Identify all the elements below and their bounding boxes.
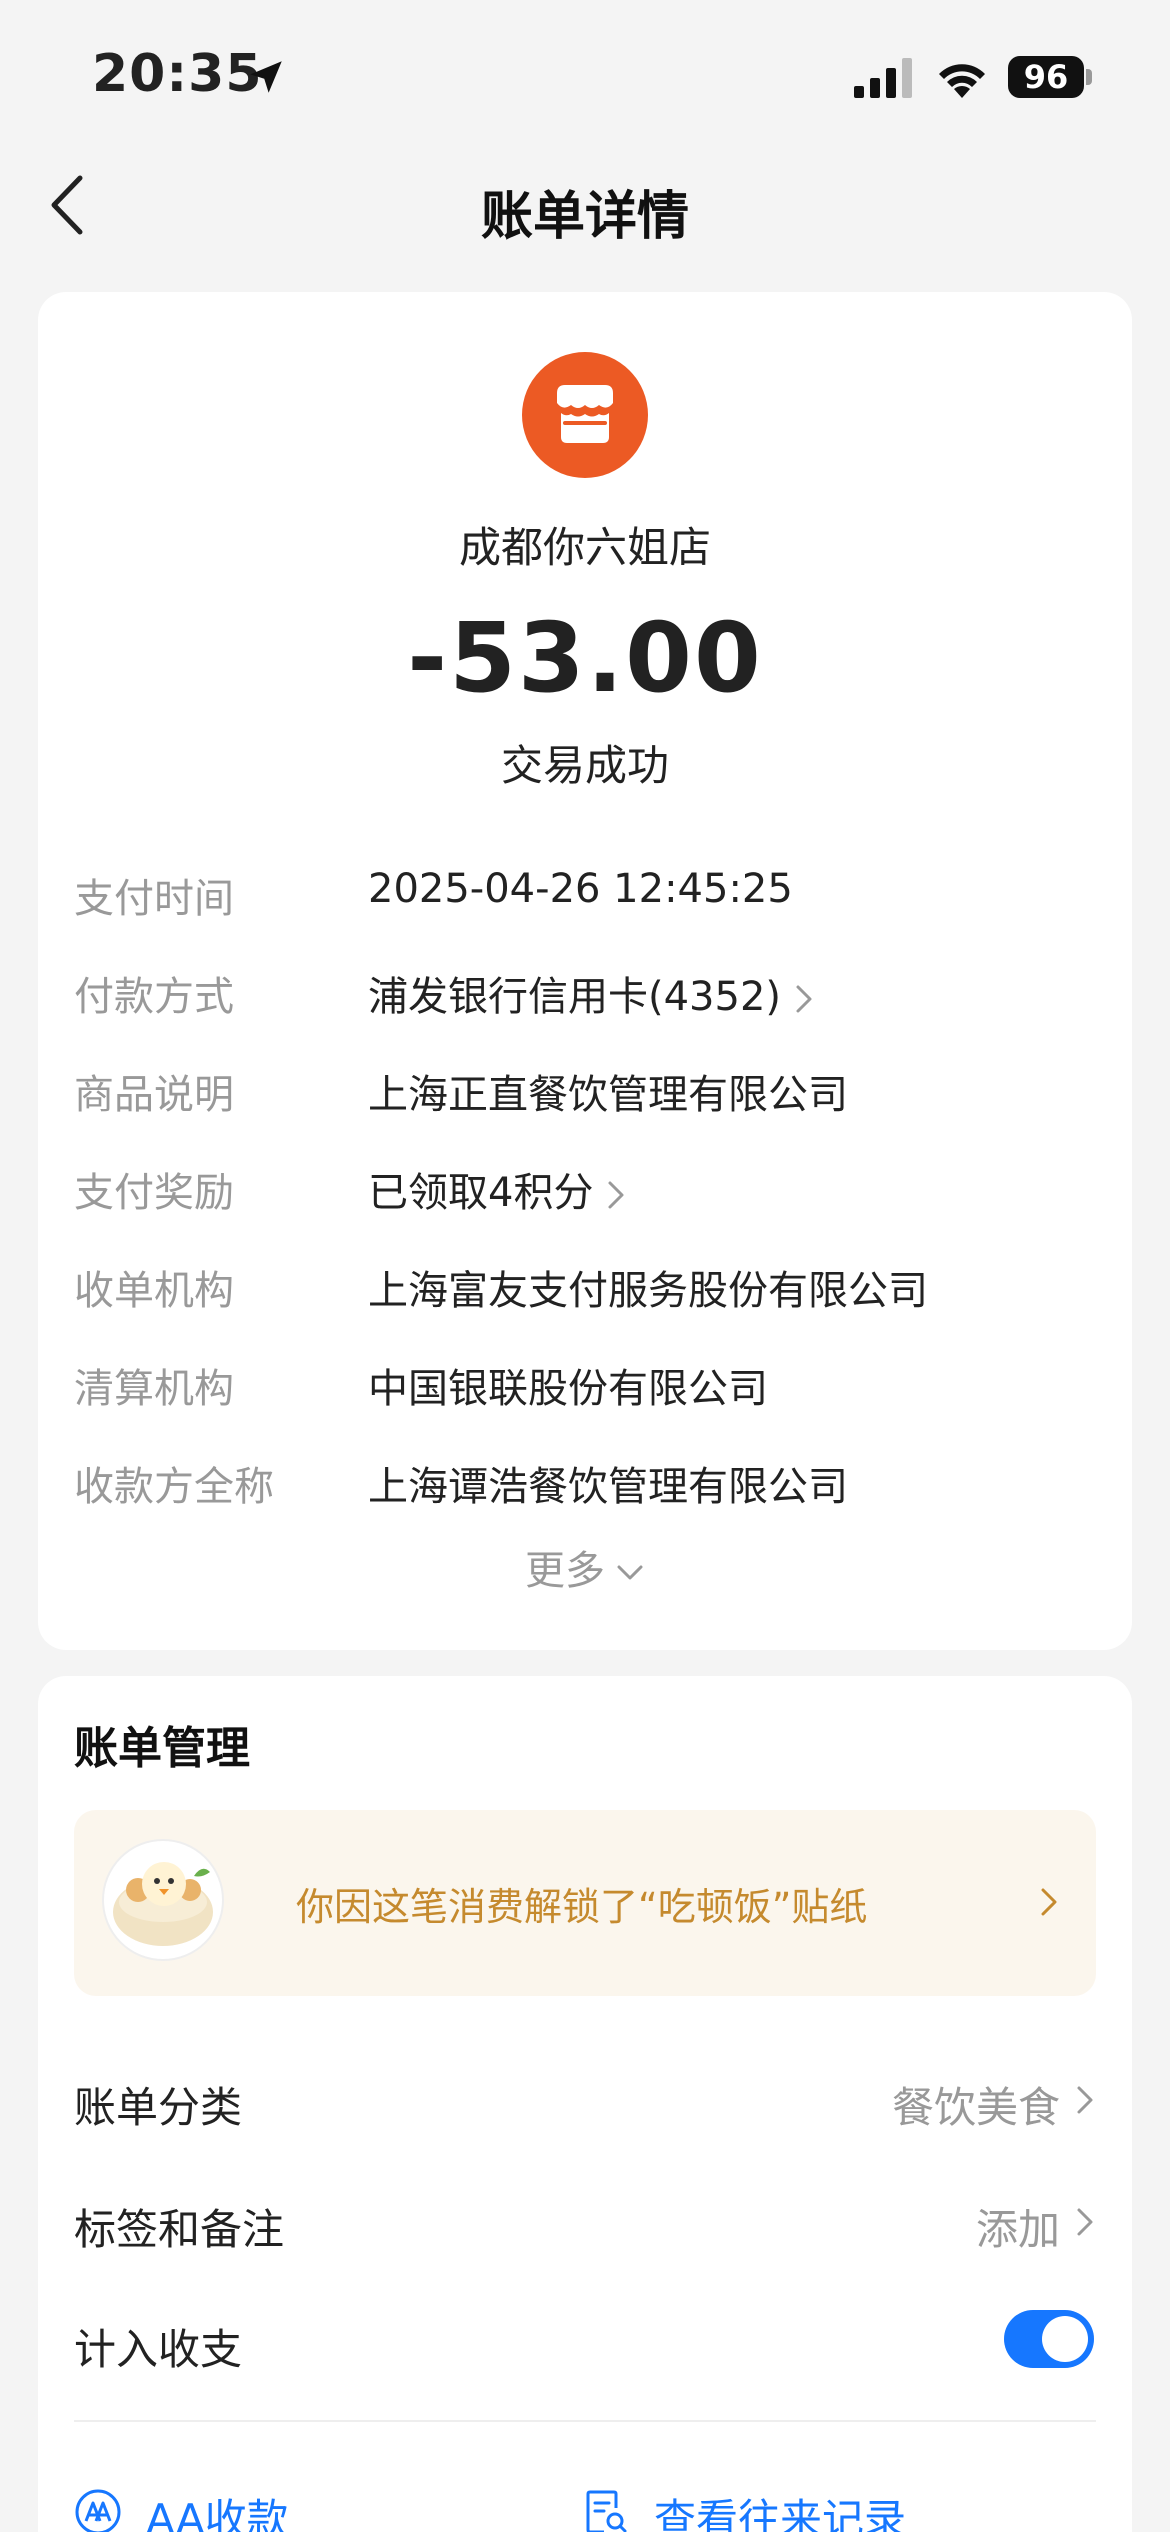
include-balance-label: 计入收支 bbox=[74, 2325, 243, 2374]
page-title: 账单详情 bbox=[480, 187, 689, 247]
divider bbox=[74, 2420, 1096, 2422]
detail-value: 已领取4积分 bbox=[368, 1170, 594, 1216]
bill-category-value: 餐饮美食 bbox=[891, 2083, 1060, 2132]
chevron-right-icon bbox=[1077, 2086, 1093, 2114]
status-time: 20:35 bbox=[92, 44, 263, 104]
detail-label: 付款方式 bbox=[74, 974, 234, 1020]
chevron-right-icon bbox=[608, 1181, 624, 1209]
sticker-banner[interactable]: 你因这笔消费解锁了“吃顿饭”贴纸 bbox=[74, 1810, 1096, 1996]
chevron-right-icon bbox=[1077, 2208, 1093, 2236]
status-bar: 20:35 96 bbox=[0, 0, 1170, 150]
detail-row-pay-method[interactable]: 付款方式 浦发银行信用卡(4352) bbox=[38, 956, 1132, 1026]
detail-value: 上海富友支付服务股份有限公司 bbox=[368, 1268, 928, 1314]
transaction-status: 交易成功 bbox=[500, 741, 669, 790]
detail-label: 清算机构 bbox=[74, 1366, 234, 1412]
sticker-icon bbox=[102, 1839, 224, 1961]
detail-row-pay-time: 支付时间 2025-04-26 12:45:25 bbox=[38, 858, 1132, 928]
detail-value: 中国银联股份有限公司 bbox=[368, 1366, 768, 1412]
sticker-text: 你因这笔消费解锁了“吃顿饭”贴纸 bbox=[296, 1885, 868, 1929]
signal-icon bbox=[854, 58, 912, 98]
bill-category-row[interactable]: 账单分类 餐饮美食 bbox=[38, 2054, 1132, 2144]
more-label: 更多 bbox=[525, 1548, 605, 1594]
detail-label: 收款方全称 bbox=[74, 1464, 274, 1510]
merchant-name: 成都你六姐店 bbox=[458, 523, 711, 572]
more-button[interactable]: 更多 bbox=[38, 1538, 1132, 1596]
detail-label: 支付时间 bbox=[74, 876, 234, 922]
detail-label: 收单机构 bbox=[74, 1268, 234, 1314]
chevron-down-icon bbox=[617, 1565, 643, 1580]
detail-value-wrap[interactable]: 已领取4积分 bbox=[368, 1160, 627, 1218]
merchant-avatar bbox=[522, 352, 648, 478]
tags-notes-row[interactable]: 标签和备注 添加 bbox=[38, 2176, 1132, 2266]
aa-icon bbox=[75, 2489, 121, 2532]
store-icon bbox=[557, 385, 613, 443]
detail-value: 上海谭浩餐饮管理有限公司 bbox=[368, 1464, 848, 1510]
detail-row-description: 商品说明 上海正直餐饮管理有限公司 bbox=[38, 1054, 1132, 1124]
battery-icon: 96 bbox=[1008, 56, 1092, 98]
detail-row-acquirer: 收单机构 上海富友支付服务股份有限公司 bbox=[38, 1250, 1132, 1320]
chevron-right-icon bbox=[1041, 1888, 1057, 1916]
detail-row-clearing: 清算机构 中国银联股份有限公司 bbox=[38, 1348, 1132, 1418]
include-balance-toggle[interactable] bbox=[1004, 2310, 1094, 2368]
transaction-amount: -53.00 bbox=[407, 602, 763, 714]
detail-value: 浦发银行信用卡(4352) bbox=[368, 974, 782, 1020]
wifi-icon bbox=[939, 64, 985, 98]
detail-value: 2025-04-26 12:45:25 bbox=[368, 866, 793, 912]
tags-notes-value: 添加 bbox=[975, 2205, 1060, 2254]
chevron-right-icon bbox=[796, 985, 812, 1013]
location-arrow-icon bbox=[250, 61, 282, 93]
toggle-knob bbox=[1042, 2316, 1088, 2362]
detail-label: 商品说明 bbox=[74, 1072, 234, 1118]
bill-manage-card: 账单管理 你因这笔消费解锁了“吃顿饭”贴纸 账单分类 餐饮美食 标签和备注 添加… bbox=[38, 1676, 1132, 2532]
detail-row-reward[interactable]: 支付奖励 已领取4积分 bbox=[38, 1152, 1132, 1222]
view-history-label: 查看往来记录 bbox=[654, 2495, 907, 2532]
detail-label: 支付奖励 bbox=[74, 1170, 234, 1216]
bill-category-label: 账单分类 bbox=[74, 2083, 243, 2132]
transaction-card: 成都你六姐店 -53.00 交易成功 支付时间 2025-04-26 12:45… bbox=[38, 292, 1132, 1650]
aa-collect-label: AA收款 bbox=[146, 2495, 289, 2532]
tags-notes-label: 标签和备注 bbox=[74, 2205, 285, 2254]
include-balance-row: 计入收支 bbox=[38, 2296, 1132, 2386]
history-icon bbox=[586, 2490, 627, 2532]
section-title: 账单管理 bbox=[74, 1723, 250, 1774]
nav-bar: 账单详情 bbox=[0, 150, 1170, 260]
detail-row-payee: 收款方全称 上海谭浩餐饮管理有限公司 bbox=[38, 1446, 1132, 1516]
detail-value: 上海正直餐饮管理有限公司 bbox=[368, 1072, 848, 1118]
battery-cap bbox=[1086, 69, 1092, 85]
battery-level: 96 bbox=[1008, 56, 1084, 98]
detail-value-wrap[interactable]: 浦发银行信用卡(4352) bbox=[368, 964, 815, 1022]
